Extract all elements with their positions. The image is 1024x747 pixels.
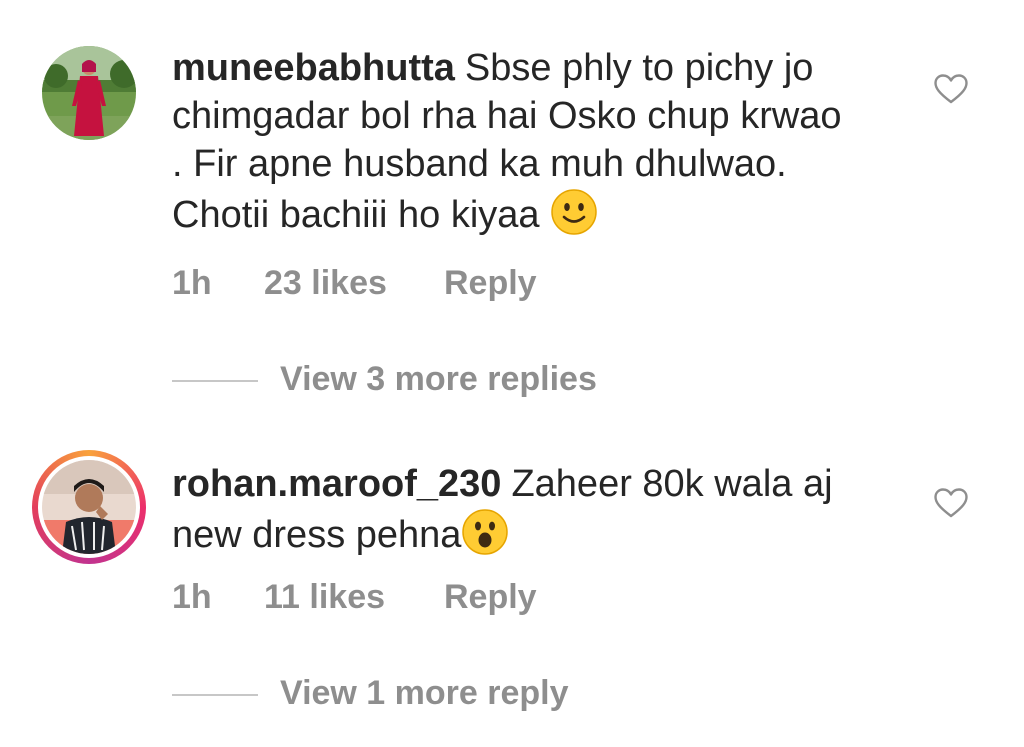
divider-line: [172, 694, 258, 696]
comment-text: rohan.maroof_230 Zaheer 80k wala aj new d…: [172, 460, 852, 559]
comment-likes[interactable]: 23 likes: [264, 264, 387, 303]
avatar[interactable]: [42, 460, 136, 554]
comment-likes[interactable]: 11 likes: [264, 578, 385, 617]
story-ring[interactable]: [32, 450, 146, 564]
comment-time: 1h: [172, 578, 212, 616]
view-replies-label[interactable]: View 1 more reply: [280, 674, 569, 713]
divider-line: [172, 380, 258, 382]
comment-username[interactable]: muneebabhutta: [172, 47, 455, 89]
reply-button[interactable]: Reply: [444, 578, 537, 617]
heart-outline-icon[interactable]: [934, 488, 968, 518]
avatar-photo: [42, 460, 136, 554]
comment-time: 1h: [172, 264, 212, 302]
slightly-smiling-face-icon: [551, 189, 597, 235]
comment-username[interactable]: rohan.maroof_230: [172, 463, 501, 505]
view-replies-label[interactable]: View 3 more replies: [280, 360, 597, 399]
heart-outline-icon[interactable]: [934, 74, 968, 104]
avatar-photo: [42, 46, 136, 140]
reply-button[interactable]: Reply: [444, 264, 537, 303]
avatar[interactable]: [42, 46, 136, 140]
comment-text: muneebabhutta Sbse phly to pichy jo chimg…: [172, 44, 852, 239]
face-with-open-mouth-icon: [462, 509, 509, 555]
